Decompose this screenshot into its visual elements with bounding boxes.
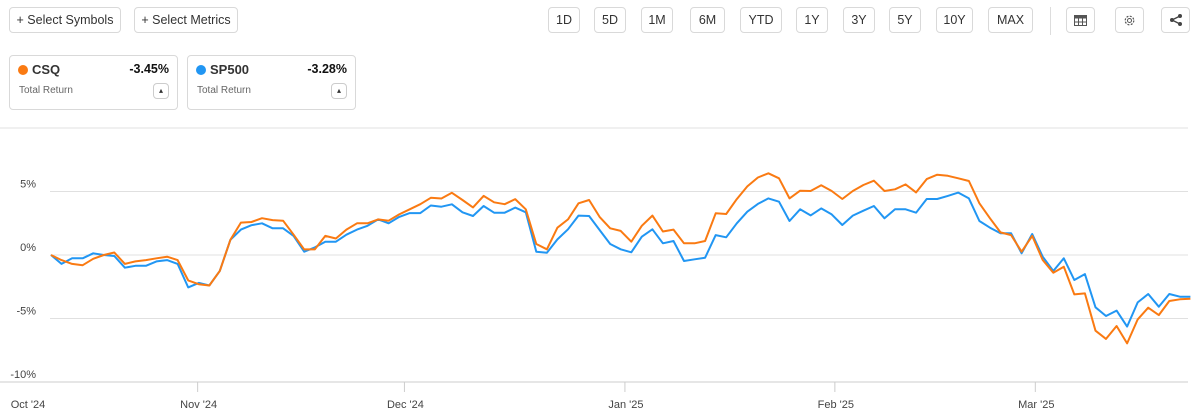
share-icon (1169, 14, 1182, 26)
settings-button[interactable] (1115, 7, 1144, 33)
select-metrics-button[interactable]: + Select Metrics (134, 7, 238, 33)
toolbar-divider (1050, 7, 1051, 35)
card-value: -3.28% (307, 62, 347, 76)
x-tick-label: Feb '25 (818, 399, 854, 411)
x-tick-label: Oct '24 (11, 399, 46, 411)
table-view-button[interactable] (1066, 7, 1095, 33)
line-chart: 5% 0% -5% -10% Oct '24 Nov '24 Dec '24 Jan '25 F… (0, 127, 1191, 411)
period-button-10y[interactable]: 10Y (936, 7, 973, 33)
card-expand-icon[interactable]: ▴ (331, 83, 347, 99)
series-color-dot (196, 65, 206, 75)
series-color-dot (18, 65, 28, 75)
period-button-5d[interactable]: 5D (594, 7, 626, 33)
period-button-5y[interactable]: 5Y (889, 7, 921, 33)
card-expand-icon[interactable]: ▴ (153, 83, 169, 99)
y-tick-label: 0% (20, 242, 36, 254)
period-button-3y[interactable]: 3Y (843, 7, 875, 33)
card-metric: Total Return (19, 85, 73, 96)
x-tick-label: Mar '25 (1018, 399, 1054, 411)
y-tick-label: 5% (20, 179, 36, 191)
card-symbol: SP500 (210, 62, 250, 77)
legend-card-csq[interactable]: CSQ -3.45% Total Return ▴ (9, 55, 178, 110)
x-tick-label: Dec '24 (387, 399, 424, 411)
share-button[interactable] (1161, 7, 1190, 33)
period-button-1d[interactable]: 1D (548, 7, 580, 33)
y-tick-label: -5% (16, 306, 36, 318)
series-line-csq (50, 172, 1191, 345)
legend-card-sp500[interactable]: SP500 -3.28% Total Return ▴ (187, 55, 356, 110)
y-tick-label: -10% (10, 369, 36, 381)
period-button-1y[interactable]: 1Y (796, 7, 828, 33)
period-button-max[interactable]: MAX (988, 7, 1033, 33)
period-button-ytd[interactable]: YTD (740, 7, 782, 33)
settings-gear-icon (1124, 15, 1135, 25)
card-value: -3.45% (129, 62, 169, 76)
x-tick-label: Nov '24 (180, 399, 217, 411)
card-symbol: CSQ (32, 62, 61, 77)
period-button-6m[interactable]: 6M (690, 7, 725, 33)
period-button-1m[interactable]: 1M (641, 7, 673, 33)
x-tick-label: Jan '25 (608, 399, 643, 411)
table-icon (1074, 14, 1087, 26)
select-symbols-button[interactable]: + Select Symbols (9, 7, 121, 33)
series-line-sp500 (50, 191, 1191, 328)
card-metric: Total Return (197, 85, 251, 96)
